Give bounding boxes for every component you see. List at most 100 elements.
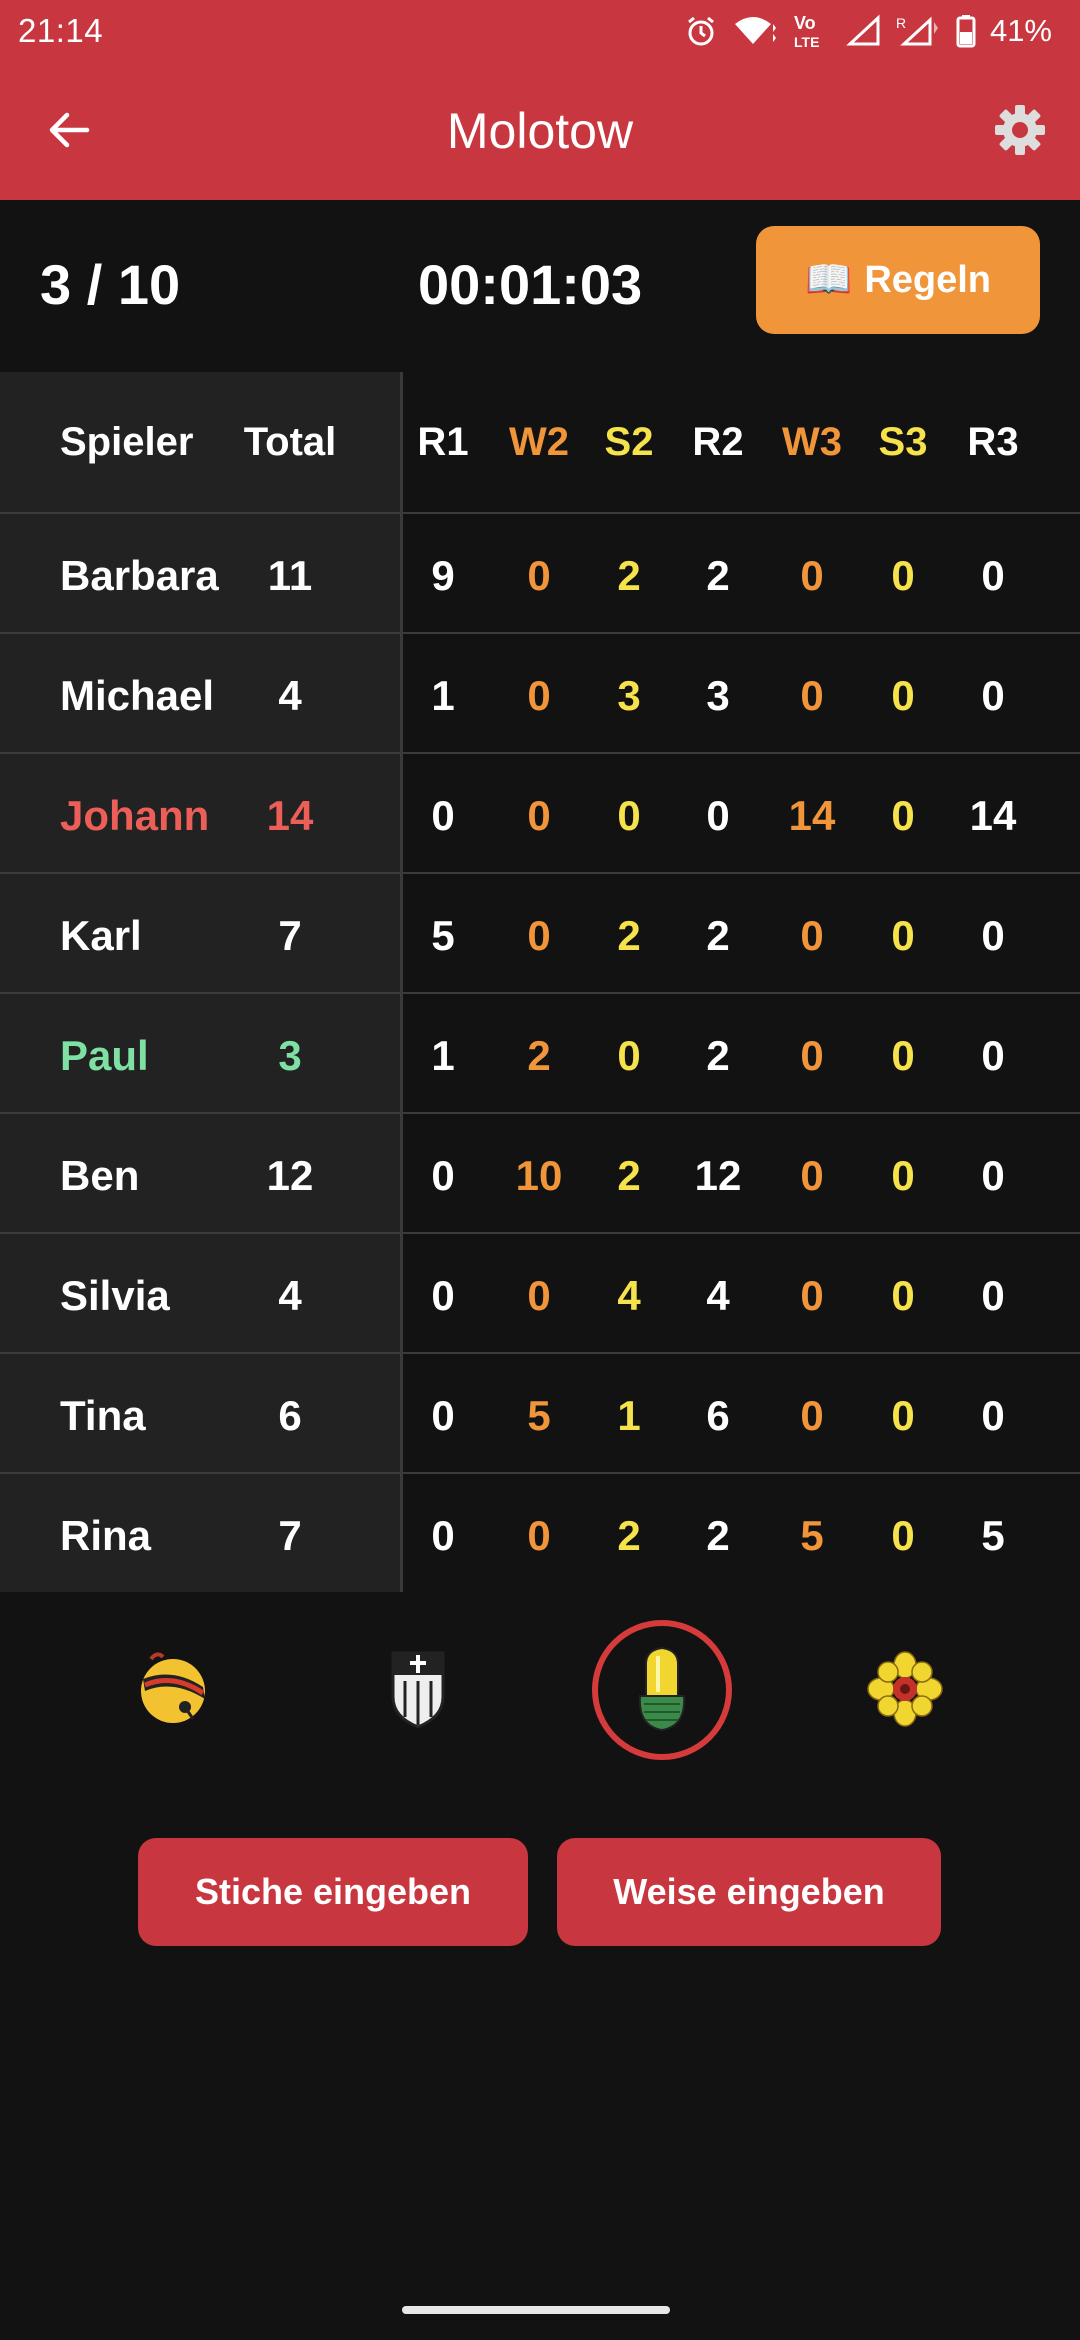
score-cell-w2: 0 [527,912,551,959]
score-cell-s3: 0 [891,1272,915,1319]
table-row: Tina 6 0 5 1 6 0 0 0 [0,1354,1080,1474]
table-header: Spieler Total R1 W2 S2 R2 W3 S3 R3 [0,372,1080,514]
score-cell-s3: 0 [891,1392,915,1439]
score-cell-w2: 0 [527,1512,551,1559]
table-row: Rina 7 0 0 2 2 5 0 5 [0,1474,1080,1594]
score-cell-r3: 0 [981,672,1005,719]
score-cell-r2: 2 [706,912,730,959]
score-cell-r2: 12 [694,1152,742,1199]
score-cell-w3: 0 [800,912,824,959]
score-cell-r1: 9 [431,552,455,599]
score-cell-w2: 0 [527,792,551,839]
player-total: 11 [267,552,313,599]
score-cell-r1: 5 [431,912,455,959]
score-cell-r3: 0 [981,1152,1005,1199]
score-cell-s2: 2 [617,1152,641,1199]
score-cell-w2: 0 [527,1272,551,1319]
app-bar: Molotow [0,62,1080,200]
score-cell-s2: 3 [617,672,641,719]
enter-tricks-button[interactable]: Stiche eingeben [138,1838,528,1946]
table-row: Ben 12 0 10 2 12 0 0 0 [0,1114,1080,1234]
signal-roaming-icon: R [896,14,942,48]
score-cell-r3: 14 [969,792,1017,839]
score-cell-w3: 0 [800,1392,824,1439]
score-cell-r1: 0 [431,1272,455,1319]
score-cell-s3: 0 [891,552,915,599]
score-cell-r1: 0 [431,1512,455,1559]
score-cell-r3: 0 [981,1392,1005,1439]
battery-level: 41% [989,13,1052,48]
score-cell-s2: 0 [617,1032,641,1079]
score-cell-s2: 4 [617,1272,641,1319]
wifi-icon [732,14,778,48]
game-timer: 00:01:03 [418,253,643,316]
header-s3: S3 [878,420,928,464]
player-name: Michael [60,672,215,719]
enter-weise-button[interactable]: Weise eingeben [557,1838,941,1946]
gear-icon [995,105,1045,155]
score-cell-w2: 2 [527,1032,551,1079]
table-row: Michael 4 1 0 3 3 0 0 0 [0,634,1080,754]
column-divider [400,372,403,1592]
status-icons: Vo LTE R 41% [684,11,1052,51]
score-cell-w3: 0 [800,1272,824,1319]
score-cell-r1: 0 [431,792,455,839]
score-cell-r1: 1 [431,672,455,719]
player-name: Tina [60,1392,146,1439]
header-player: Spieler [60,420,194,464]
status-bar: 21:14 Vo LTE R 41% [0,0,1080,62]
player-total: 14 [266,792,314,839]
alarm-icon [684,14,718,48]
table-row: Barbara 11 9 0 2 2 0 0 0 [0,514,1080,634]
player-total: 7 [278,912,302,959]
page-title: Molotow [446,103,634,159]
round-progress: 3 / 10 [40,253,181,316]
player-name: Paul [60,1032,149,1079]
player-total: 7 [278,1512,302,1559]
header-r1: R1 [417,420,469,464]
header-s2: S2 [604,420,654,464]
schellen-icon[interactable] [128,1644,218,1734]
score-cell-r2: 2 [706,1512,730,1559]
player-total: 4 [278,1272,302,1319]
score-cell-r1: 0 [431,1152,455,1199]
score-cell-w3: 0 [800,1152,824,1199]
score-cell-r2: 2 [706,552,730,599]
score-cell-r2: 0 [706,792,730,839]
player-total: 6 [278,1392,302,1439]
home-indicator[interactable] [402,2306,670,2314]
trump-selector [0,1620,1080,1770]
score-cell-r1: 1 [431,1032,455,1079]
header-w3: W3 [782,420,842,464]
score-cell-r3: 0 [981,1272,1005,1319]
player-name: Karl [60,912,142,959]
score-cell-r2: 6 [706,1392,730,1439]
table-row: Johann 14 0 0 0 0 14 0 14 [0,754,1080,874]
eicheln-icon[interactable] [617,1644,707,1734]
player-name: Ben [60,1152,140,1199]
score-cell-r1: 0 [431,1392,455,1439]
score-cell-w2: 0 [527,552,551,599]
score-cell-r3: 0 [981,552,1005,599]
rules-button-label: Regeln [864,258,992,301]
settings-button[interactable] [990,100,1050,160]
header-r2: R2 [692,420,744,464]
table-row: Karl 7 5 0 2 2 0 0 0 [0,874,1080,994]
score-cell-w2: 0 [527,672,551,719]
score-cell-s3: 0 [891,1512,915,1559]
game-info: 3 / 10 00:01:03 📖 Regeln [0,200,1080,372]
player-name: Rina [60,1512,152,1559]
rules-button[interactable]: 📖 Regeln [756,226,1040,334]
score-cell-w3: 0 [800,1032,824,1079]
battery-icon [956,14,976,48]
score-cell-s3: 0 [891,912,915,959]
score-cell-w3: 5 [800,1512,824,1559]
svg-text:R: R [896,15,906,31]
rosen-icon[interactable] [860,1644,950,1734]
score-cell-r3: 0 [981,1032,1005,1079]
score-cell-r3: 0 [981,912,1005,959]
back-button[interactable] [42,102,98,158]
schilten-icon[interactable] [373,1644,463,1734]
score-cell-w3: 0 [800,672,824,719]
score-cell-r2: 3 [706,672,730,719]
